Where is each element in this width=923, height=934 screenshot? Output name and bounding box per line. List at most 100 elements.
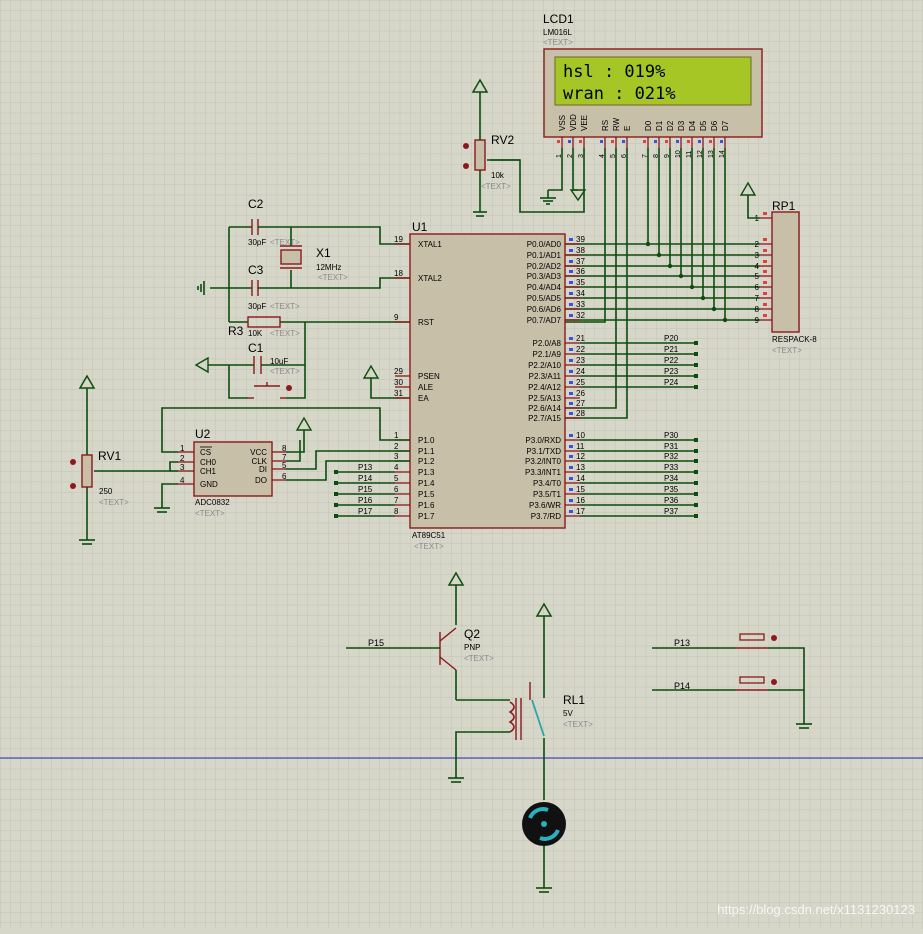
u1-pin-marker — [569, 270, 573, 273]
rp1-pin-marker — [763, 292, 767, 295]
u1-pin-name: P1.2 — [418, 457, 435, 466]
c1-ref: C1 — [248, 341, 264, 355]
c1-value: 10uF — [270, 357, 288, 366]
lcd-pin-label: VDD — [569, 114, 578, 131]
u2-pin-name: VCC — [250, 448, 267, 457]
lcd-ref: LCD1 — [543, 12, 574, 26]
schematic-canvas[interactable]: LCD1 LM016L <TEXT> hsl : 019% wran : 021… — [0, 0, 923, 929]
q2-base-net: P15 — [368, 638, 384, 648]
p1-net-label: P14 — [358, 474, 373, 483]
u1-pin-marker — [569, 434, 573, 437]
u1-pin-marker — [569, 510, 573, 513]
u1-pin-num: 32 — [576, 311, 585, 320]
rp1-pin-marker — [763, 260, 767, 263]
button-2-net: P14 — [674, 681, 690, 691]
p1-net-end — [334, 514, 338, 518]
lcd-pin-label: D7 — [721, 120, 730, 131]
p3-net-label: P37 — [664, 507, 679, 516]
lcd-pin-label: D1 — [655, 120, 664, 131]
p2-net-label: P24 — [664, 378, 679, 387]
rp1-ref: RP1 — [772, 199, 796, 213]
rp1-pin-num: 5 — [755, 272, 760, 281]
lcd-pin-marker — [568, 140, 571, 143]
u2-pin-num: 6 — [282, 472, 287, 481]
u1-pin-num: 2 — [394, 442, 399, 451]
rv2-wiper-dot — [463, 143, 469, 149]
u1-pin-marker — [569, 445, 573, 448]
lcd-pin-marker — [665, 140, 668, 143]
q2-text: <TEXT> — [464, 654, 494, 663]
u1-pin-name: P2.7/A15 — [528, 414, 561, 423]
lcd-pin-label: D3 — [677, 120, 686, 131]
u2-pin-name: GND — [200, 480, 218, 489]
u1-pin-num: 21 — [576, 334, 585, 343]
rv2-ref: RV2 — [491, 133, 514, 147]
lcd-pin-marker — [709, 140, 712, 143]
u1-pin-num: 16 — [576, 496, 585, 505]
lcd-pin-label: D4 — [688, 120, 697, 131]
rl1-ref: RL1 — [563, 693, 585, 707]
u1-pin-marker — [569, 488, 573, 491]
p3-net-label: P30 — [664, 431, 679, 440]
u1-pin-name: P0.3/AD3 — [527, 272, 562, 281]
u1-pin-num: 37 — [576, 257, 585, 266]
watermark: https://blog.csdn.net/x1131230123 — [717, 902, 915, 917]
q2-part: PNP — [464, 643, 480, 652]
u1-pin-name: P0.6/AD6 — [527, 305, 562, 314]
lcd-pin-marker — [676, 140, 679, 143]
u2-pin-num: 1 — [180, 444, 185, 453]
u1-pin-marker — [569, 249, 573, 252]
lcd-pin-label: E — [623, 126, 632, 131]
p3-net-label: P31 — [664, 442, 679, 451]
u1-pin-num: 17 — [576, 507, 585, 516]
lcd-pin-marker — [557, 140, 560, 143]
p3-net-end — [694, 514, 698, 518]
c3-ref: C3 — [248, 263, 264, 277]
rp1-body — [771, 211, 800, 333]
u1-pin-num: 25 — [576, 378, 585, 387]
u1-pin-num: 27 — [576, 399, 585, 408]
p2-net-end — [694, 363, 698, 367]
u1-pin-marker — [569, 292, 573, 295]
rp1-pin-num: 9 — [755, 316, 760, 325]
rp1-pin-marker — [763, 249, 767, 252]
u1-pin-num: 11 — [576, 442, 585, 451]
u1-pin-num: 5 — [394, 474, 399, 483]
lcd-pin-marker — [687, 140, 690, 143]
x1-ref: X1 — [316, 246, 331, 260]
u1-pin-name: P0.7/AD7 — [527, 316, 562, 325]
p3-net-end — [694, 459, 698, 463]
u2-ref: U2 — [195, 427, 211, 441]
u1-pin-num: 9 — [394, 313, 399, 322]
rp1-pin-num: 3 — [755, 251, 760, 260]
p1-net-label: P17 — [358, 507, 373, 516]
u1-pin-name: P1.3 — [418, 468, 435, 477]
p3-net-end — [694, 470, 698, 474]
u2-pin-num: 4 — [180, 476, 185, 485]
c1-text: <TEXT> — [270, 367, 300, 376]
u1-pin-num: 35 — [576, 278, 585, 287]
u2-pin-name: DI — [259, 465, 267, 474]
u1-ref: U1 — [412, 220, 428, 234]
rv1-body — [81, 454, 93, 488]
u1-pin-marker — [569, 412, 573, 415]
u1-pin-num: 39 — [576, 235, 585, 244]
u1-pin-marker — [569, 281, 573, 284]
u1-pin-num: 15 — [576, 485, 585, 494]
u1-pin-num: 4 — [394, 463, 399, 472]
rp1-pin-marker — [763, 314, 767, 317]
u1-pin-num: 12 — [576, 452, 585, 461]
u1-pin-name: P3.5/T1 — [533, 490, 562, 499]
u1-pin-name: P3.0/RXD — [525, 436, 561, 445]
u1-pin-num: 31 — [394, 389, 403, 398]
u1-pin-marker — [569, 370, 573, 373]
u1-pin-num: 28 — [576, 409, 585, 418]
u1-pin-marker — [569, 314, 573, 317]
u1-pin-num: 26 — [576, 389, 585, 398]
u2-pin-num: 2 — [180, 454, 185, 463]
u1-pin-name: P1.6 — [418, 501, 435, 510]
p1-net-label: P16 — [358, 496, 373, 505]
lcd-pin-label: D5 — [699, 120, 708, 131]
u1-at89c51[interactable]: U1 AT89C51 <TEXT> 19XTAL118XTAL29RST29PS… — [394, 220, 585, 551]
u1-pin-name: P2.1/A9 — [533, 350, 562, 359]
